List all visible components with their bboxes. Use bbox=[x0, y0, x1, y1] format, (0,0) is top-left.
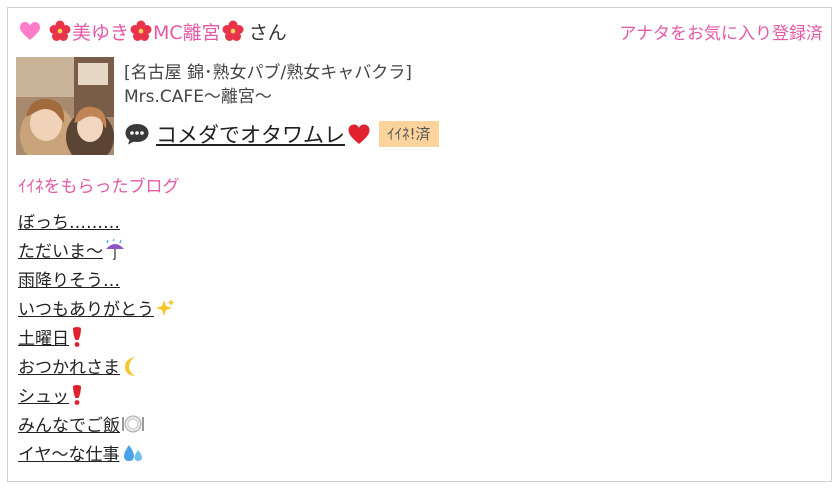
hibiscus-icon bbox=[222, 20, 244, 41]
shop-name: Mrs.CAFE〜離宮〜 bbox=[124, 87, 272, 107]
list-item: ぼっち……… bbox=[18, 206, 175, 235]
blog-link[interactable]: みんなでご飯 bbox=[18, 411, 145, 436]
list-item: シュッ bbox=[18, 380, 175, 409]
blog-title: いつもありがとう bbox=[18, 300, 154, 320]
liked-blog-list: ぼっち……… ただいま〜 雨降りそう… いつもありがとう 土曜日 おつかれさま … bbox=[18, 206, 175, 467]
list-item: 雨降りそう… bbox=[18, 264, 175, 293]
list-item: おつかれさま bbox=[18, 351, 175, 380]
sweat-droplets-icon bbox=[123, 444, 142, 461]
latest-post-row: コメダでオタワムレ ｲｲﾈ!済 bbox=[124, 119, 439, 149]
blog-title: ぼっち……… bbox=[18, 213, 120, 233]
header: 美ゆき MC離宮 さん アナタをお気に入り登録済 bbox=[18, 16, 823, 46]
red-heart-icon bbox=[348, 124, 370, 144]
profile-photo-image bbox=[16, 57, 114, 155]
blog-title: 雨降りそう… bbox=[18, 271, 120, 291]
list-item: イヤ〜な仕事 bbox=[18, 438, 175, 467]
plate-icon bbox=[122, 415, 144, 432]
sparkles-icon bbox=[156, 298, 175, 316]
latest-post-title: コメダでオタワムレ bbox=[156, 123, 345, 147]
list-item: ただいま〜 bbox=[18, 235, 175, 264]
blog-title: ただいま〜 bbox=[18, 242, 103, 262]
blog-title: 土曜日 bbox=[18, 329, 69, 349]
blog-link[interactable]: 雨降りそう… bbox=[18, 266, 120, 291]
blog-card: 美ゆき MC離宮 さん アナタをお気に入り登録済 [名古屋 錦･熟女パブ/熟女キ… bbox=[7, 7, 832, 482]
profile-info: [名古屋 錦･熟女パブ/熟女キャバクラ] Mrs.CAFE〜離宮〜 コメダでオタ… bbox=[124, 61, 439, 149]
heart-icon bbox=[20, 22, 40, 40]
like-badge: ｲｲﾈ!済 bbox=[379, 121, 439, 147]
blog-link[interactable]: ただいま〜 bbox=[18, 237, 126, 262]
blog-link[interactable]: ぼっち……… bbox=[18, 208, 120, 233]
blog-link[interactable]: シュッ bbox=[18, 382, 84, 407]
crescent-moon-icon bbox=[125, 356, 135, 376]
blog-title: おつかれさま bbox=[18, 358, 120, 378]
blog-link[interactable]: 土曜日 bbox=[18, 324, 84, 349]
list-item: みんなでご飯 bbox=[18, 409, 175, 438]
honorific: さん bbox=[248, 21, 287, 44]
umbrella-rain-icon bbox=[106, 238, 124, 260]
favorite-status: アナタをお気に入り登録済 bbox=[619, 23, 823, 44]
blog-title: みんなでご飯 bbox=[18, 416, 120, 436]
list-item: 土曜日 bbox=[18, 322, 175, 351]
list-item: いつもありがとう bbox=[18, 293, 175, 322]
blog-link[interactable]: いつもありがとう bbox=[18, 295, 175, 320]
blog-title: シュッ bbox=[18, 387, 69, 407]
hibiscus-icon bbox=[49, 20, 71, 41]
name-part-2: MC離宮 bbox=[153, 21, 221, 44]
latest-post-link[interactable]: コメダでオタワムレ bbox=[156, 119, 371, 149]
user-name[interactable]: 美ゆき MC離宮 さん bbox=[48, 18, 287, 45]
blog-link[interactable]: イヤ〜な仕事 bbox=[18, 440, 145, 465]
name-part-1: 美ゆき bbox=[72, 21, 130, 44]
blog-title: イヤ〜な仕事 bbox=[18, 445, 120, 465]
exclamation-icon bbox=[73, 384, 81, 405]
speech-bubble-icon bbox=[125, 124, 149, 145]
exclamation-icon bbox=[73, 326, 81, 347]
shop-category: [名古屋 錦･熟女パブ/熟女キャバクラ] bbox=[124, 63, 412, 83]
liked-blogs-title: ｲｲﾈをもらったブログ bbox=[18, 177, 180, 197]
blog-link[interactable]: おつかれさま bbox=[18, 353, 141, 378]
profile-photo[interactable] bbox=[16, 57, 114, 155]
hibiscus-icon bbox=[130, 20, 152, 41]
